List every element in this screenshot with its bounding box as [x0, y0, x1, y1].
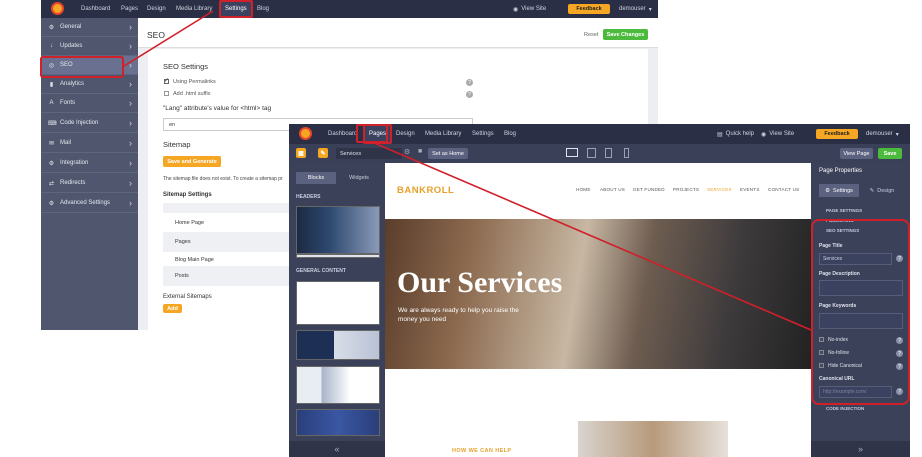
arrow-pages-to-seo-panel	[371, 141, 812, 331]
annotation-arrows	[123, 10, 812, 331]
arrow-settings-to-seo	[123, 10, 214, 67]
